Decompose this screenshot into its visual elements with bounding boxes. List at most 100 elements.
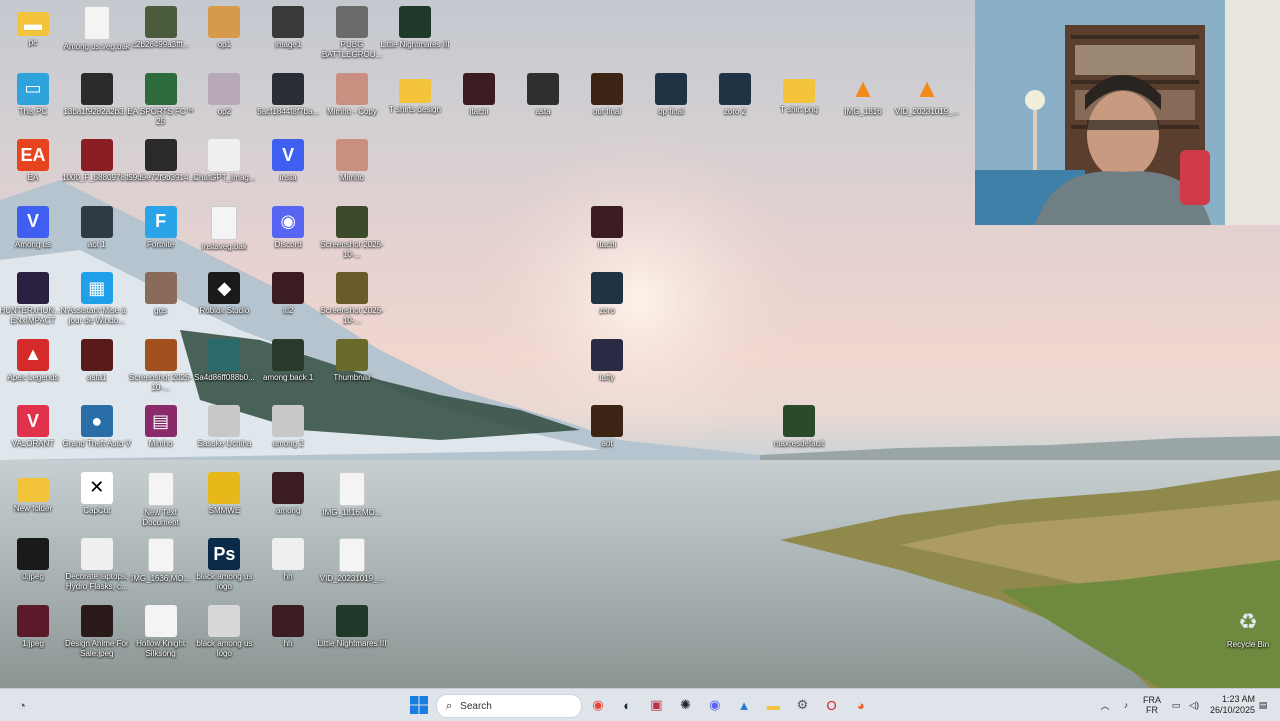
desktop-icon-label: among [275, 505, 301, 515]
desktop-icon[interactable]: ▤ Mimho [128, 401, 194, 467]
photos-icon[interactable]: ▲ [732, 693, 756, 717]
desktop-icon[interactable]: Screenshot 2025-10-... [319, 202, 385, 268]
clock[interactable]: 1:23 AM 26/10/2025 [1205, 689, 1255, 721]
desktop-icon[interactable]: ▭ This PC [0, 69, 66, 135]
desktop-icon-label: aot [601, 439, 613, 448]
desktop-icon[interactable]: Sa4d86ff088b0... [191, 335, 257, 401]
settings-icon[interactable]: ⚙ [790, 693, 814, 717]
desktop-icon[interactable]: ▦ Assistant Mise à jour de Windo... [64, 268, 130, 334]
desktop-icon[interactable]: Thumbnail [319, 335, 385, 401]
desktop-icon[interactable]: T shirt png [766, 69, 832, 135]
show-hidden-icons[interactable]: ︿ [1098, 689, 1112, 721]
desktop-icon[interactable]: aot 1 [64, 202, 130, 268]
desktop-icon[interactable]: among [255, 468, 321, 534]
desktop-icon[interactable]: V VALORANT [0, 401, 66, 467]
desktop-icon[interactable]: itachi [574, 202, 640, 268]
start-button[interactable] [407, 693, 431, 717]
network-icon[interactable]: ▭ [1168, 689, 1184, 721]
desktop-icon[interactable]: PUBG BATTLEGROU... [319, 2, 385, 68]
desktop-icon[interactable]: luffy [574, 335, 640, 401]
desktop-icon[interactable]: New Text Document [128, 468, 194, 534]
language-indicator[interactable]: FRA FR [1140, 689, 1164, 721]
desktop-icon[interactable]: op final [638, 69, 704, 135]
volume-icon[interactable]: ◁) [1186, 689, 1202, 721]
opera-icon[interactable]: O [820, 693, 844, 717]
desktop-icon[interactable]: aot [574, 401, 640, 467]
desktop-icon[interactable]: V Among us [0, 202, 66, 268]
desktop-icon[interactable]: IMG_1816.MO... [319, 468, 385, 534]
discord-icon[interactable]: ◉ [703, 693, 727, 717]
chatgpt-icon[interactable]: ✺ [674, 693, 698, 717]
desktop-icon[interactable]: op2 [191, 69, 257, 135]
desktop-icon[interactable]: ▲ IMG_1816 [830, 69, 896, 135]
desktop-icon[interactable]: op1 [191, 2, 257, 68]
desktop-icon[interactable]: zoro [574, 268, 640, 334]
desktop-icon[interactable]: ◆ Roblox Studio [191, 268, 257, 334]
microphone-icon[interactable]: ♪ [1118, 689, 1134, 721]
taskbar-search[interactable]: ⌕ Search [436, 694, 582, 718]
fortnite-icon: F [144, 205, 177, 238]
desktop-icon[interactable]: Vinsta [255, 135, 321, 201]
desktop-icon[interactable]: instaveg.bak [191, 202, 257, 268]
desktop-icon[interactable]: c2b26499a3fff... [128, 2, 194, 68]
recycle-bin[interactable]: ♻ Recycle Bin [1215, 602, 1280, 668]
desktop-icon[interactable]: zoro 2 [702, 69, 768, 135]
desktop-icon[interactable]: Mimho - Copy [319, 69, 385, 135]
desktop-icon[interactable]: Little Nightmares III [318, 601, 386, 667]
desktop-icon[interactable]: 5acf1844f8f7ba... [255, 69, 321, 135]
desktop-icon[interactable]: 13ba1f9282a2b3... [63, 69, 130, 135]
desktop-icon[interactable]: Ps black among us logo [191, 534, 257, 600]
desktop-icon[interactable]: F Fortnite [128, 202, 194, 268]
desktop-icon[interactable]: image1 [255, 2, 321, 68]
desktop-icon[interactable]: T shirts design [382, 69, 448, 135]
desktop-icon[interactable]: ● Grand Theft Auto V [63, 401, 131, 467]
app-icon[interactable]: ▣ [644, 693, 668, 717]
image-icon [272, 6, 305, 38]
steam-icon[interactable]: ◐ [615, 693, 639, 717]
chrome-icon[interactable]: ◉ [586, 693, 610, 717]
desktop-icon-label: among 2 [272, 439, 304, 448]
desktop-icon[interactable]: ◉ Discord [255, 202, 321, 268]
desktop-icon[interactable]: VID_20231019_... [319, 534, 385, 600]
desktop-icon[interactable]: Little Nightmares III [381, 2, 449, 68]
firefox-icon[interactable]: ◕ [849, 693, 873, 717]
desktop-icon[interactable]: ggs [128, 268, 194, 334]
desktop-icon[interactable]: itachi [446, 69, 512, 135]
desktop-icon[interactable]: iti2 [255, 268, 321, 334]
desktop-icon[interactable]: ▲ VID_20231019_... [894, 69, 960, 135]
desktop-icon[interactable]: ▬ pc [0, 2, 66, 68]
desktop-icon[interactable]: New folder [0, 468, 66, 534]
desktop-icon[interactable]: black among us logo [191, 601, 257, 667]
desktop-icon[interactable]: Hollow Knight Silksong [128, 601, 194, 667]
desktop-icon[interactable]: Mimho [319, 135, 385, 201]
desktop-icon[interactable]: among 2 [255, 401, 321, 467]
desktop-icon[interactable]: Sasuke Uchiha [191, 401, 257, 467]
desktop-icon[interactable]: f59d9e72f9b3914... [126, 135, 195, 201]
desktop-icon[interactable]: ChatGPT_Imag... [191, 135, 257, 201]
desktop-icon[interactable]: Screenshot 2025-10-... [319, 268, 385, 334]
desktop-icon[interactable]: Screenshot 2025-10-... [128, 335, 194, 401]
desktop-icon[interactable]: maxresdefault [766, 401, 832, 467]
desktop-icon[interactable]: 1.jpeg [0, 601, 66, 667]
desktop-icon[interactable]: IMG_1636.MO... [128, 534, 194, 600]
desktop-icon[interactable]: 1000_F_5880978... [62, 135, 132, 201]
desktop-icon[interactable]: SMMWE [191, 468, 257, 534]
desktop-icon[interactable]: hh [255, 534, 321, 600]
desktop-icon[interactable]: HUNTERxHUN...NENxIMPACT [0, 268, 67, 334]
desktop-icon[interactable]: Among us.veg.bak [64, 2, 130, 68]
desktop-icon[interactable]: Design Anime For Sale.jpeg [64, 601, 130, 667]
desktop-icon[interactable]: 0.jpeg [0, 534, 66, 600]
desktop-icon[interactable]: asta1 [64, 335, 130, 401]
file-explorer-icon[interactable]: ▬ [761, 693, 785, 717]
widgets-icon[interactable]: ◔ [10, 693, 34, 717]
desktop-icon[interactable]: out final [574, 69, 640, 135]
desktop-icon[interactable]: ✕ CapCut [64, 468, 130, 534]
desktop-icon[interactable]: among back 1 [255, 335, 321, 401]
desktop-icon[interactable]: Decorate laptops, Hydro Flasks, c... [64, 534, 130, 600]
desktop-icon[interactable]: EA SPORTS FC™ 25 [128, 69, 194, 135]
desktop-icon[interactable]: EA EA [0, 135, 66, 201]
desktop-icon[interactable]: ▲ Apex Legends [0, 335, 66, 401]
desktop-icon[interactable]: hh [255, 601, 321, 667]
desktop-icon[interactable]: asta [510, 69, 576, 135]
notifications-icon[interactable]: ▤ [1256, 689, 1270, 721]
